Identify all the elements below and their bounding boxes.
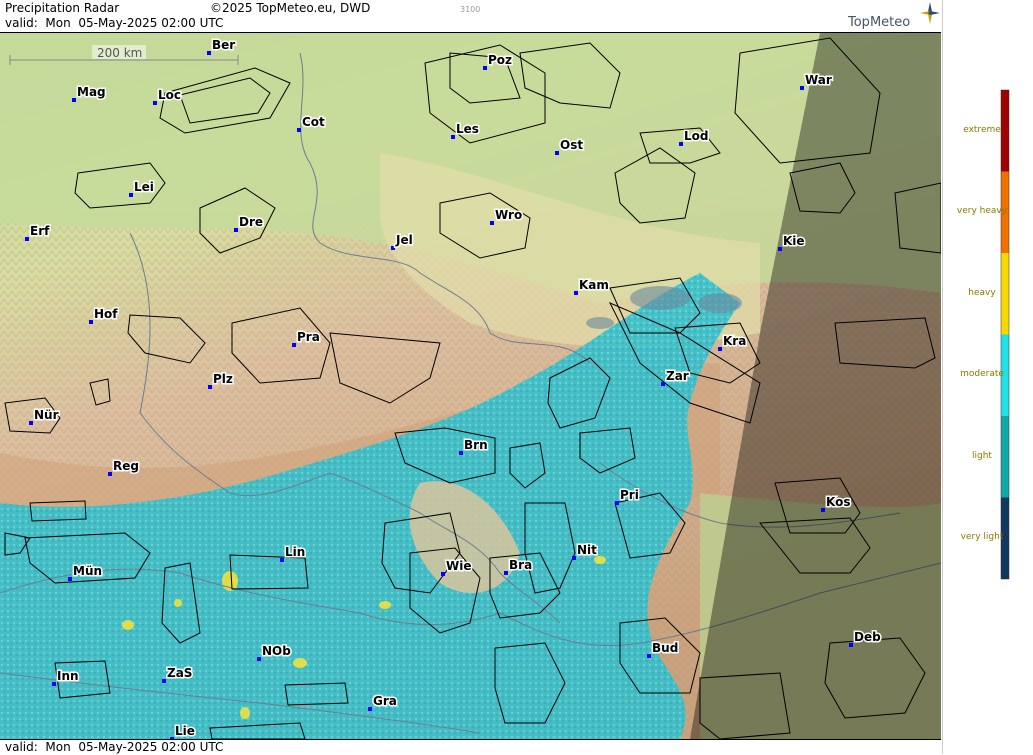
city-label: Zar — [666, 369, 689, 383]
city-marker-icon — [679, 142, 683, 146]
city-marker-icon — [555, 151, 559, 155]
intensity-legend: extreme very heavy heavy moderate light very … — [942, 0, 1033, 754]
city-marker-icon — [129, 193, 133, 197]
city-marker-icon — [257, 657, 261, 661]
city-label: Les — [456, 122, 479, 136]
city-marker-icon — [72, 98, 76, 102]
city-label: Reg — [113, 459, 139, 473]
city-label: Brn — [464, 438, 488, 452]
city-marker-icon — [849, 643, 853, 647]
city-marker-icon — [68, 577, 72, 581]
city-marker-icon — [483, 66, 487, 70]
city-label: Wie — [446, 559, 472, 573]
scale-bar-label: 200 km — [97, 46, 142, 60]
city-label: Nit — [577, 543, 597, 557]
city-label: Poz — [488, 53, 512, 67]
city-marker-icon — [391, 246, 395, 250]
city-label: Wro — [495, 208, 522, 222]
city-label: Deb — [854, 630, 881, 644]
city-marker-icon — [504, 571, 508, 575]
city-marker-icon — [162, 679, 166, 683]
city-label: Pri — [620, 488, 639, 502]
city-label: Erf — [30, 224, 50, 238]
legend-label-very-light: very light — [960, 532, 1004, 543]
compass-icon — [920, 2, 940, 24]
city-label: NOb — [262, 644, 291, 658]
map-canvas: 200 km Ber Poz War Mag Loc Cot Les Ost Lod Lei Dre… — [0, 33, 941, 739]
city-marker-icon — [661, 382, 665, 386]
city-label: War — [805, 73, 832, 87]
city-marker-icon — [441, 572, 445, 576]
city-marker-icon — [778, 247, 782, 251]
city-marker-icon — [52, 682, 56, 686]
city-label: Lod — [684, 129, 708, 143]
city-label: Inn — [57, 669, 79, 683]
valid-time: valid: Mon 05-May-2025 02:00 UTC — [5, 16, 224, 30]
city-label: Mag — [77, 85, 106, 99]
city-marker-icon — [25, 237, 29, 241]
city-label: Ost — [560, 138, 583, 152]
map-code: 3100 — [460, 5, 481, 14]
city-label: Nür — [34, 408, 59, 422]
city-marker-icon — [280, 558, 284, 562]
city-marker-icon — [821, 508, 825, 512]
legend-label-very-heavy: very heavy — [956, 206, 1008, 217]
city-marker-icon — [572, 556, 576, 560]
city-marker-icon — [615, 501, 619, 505]
city-label: Hof — [94, 307, 118, 321]
city-label: Pra — [297, 330, 320, 344]
city-label: Dre — [239, 215, 263, 229]
city-label: Lie — [175, 724, 195, 738]
city-marker-icon — [800, 86, 804, 90]
legend-label-extreme: extreme — [963, 124, 1001, 135]
city-marker-icon — [490, 221, 494, 225]
city-label: Mün — [73, 564, 102, 578]
legend-label-light: light — [972, 450, 992, 461]
city-marker-icon — [89, 320, 93, 324]
footer: valid: Mon 05-May-2025 02:00 UTC — [0, 739, 941, 755]
city-marker-icon — [234, 228, 238, 232]
city-marker-icon — [718, 347, 722, 351]
city-label: Gra — [373, 694, 397, 708]
radar-map[interactable]: 200 km Ber Poz War Mag Loc Cot Les Ost Lod Lei Dre… — [0, 33, 941, 739]
city-label: Cot — [302, 115, 325, 129]
city-label: Lei — [134, 180, 154, 194]
topmeteo-logo[interactable]: TopMeteo — [848, 2, 940, 30]
city-label: Loc — [158, 88, 181, 102]
city-label: Kos — [826, 495, 850, 509]
header: Precipitation Radar ©2025 TopMeteo.eu, D… — [0, 0, 941, 33]
logo-text: TopMeteo — [848, 15, 911, 30]
city-marker-icon — [207, 51, 211, 55]
city-label: Bra — [509, 558, 532, 572]
city-marker-icon — [647, 654, 651, 658]
city-marker-icon — [451, 135, 455, 139]
city-label: Ber — [212, 38, 235, 52]
city-label: Jel — [395, 233, 413, 247]
city-label: Plz — [213, 372, 233, 386]
city-label: ZaS — [167, 666, 192, 680]
legend-label-heavy: heavy — [968, 287, 996, 298]
city-marker-icon — [368, 707, 372, 711]
footer-valid-time: valid: Mon 05-May-2025 02:00 UTC — [5, 740, 224, 754]
city-marker-icon — [208, 385, 212, 389]
city-label: Lin — [285, 545, 305, 559]
city-label: Kam — [579, 278, 609, 292]
city-label: Kie — [783, 234, 805, 248]
city-marker-icon — [153, 101, 157, 105]
city-marker-icon — [574, 291, 578, 295]
copyright: ©2025 TopMeteo.eu, DWD — [210, 1, 371, 15]
city-marker-icon — [297, 128, 301, 132]
city-marker-icon — [292, 343, 296, 347]
map-title: Precipitation Radar — [5, 1, 120, 15]
city-marker-icon — [459, 451, 463, 455]
legend-label-moderate: moderate — [960, 369, 1004, 380]
city-label: Kra — [723, 334, 746, 348]
city-marker-icon — [29, 421, 33, 425]
city-marker-icon — [108, 472, 112, 476]
city-label: Bud — [652, 641, 678, 655]
